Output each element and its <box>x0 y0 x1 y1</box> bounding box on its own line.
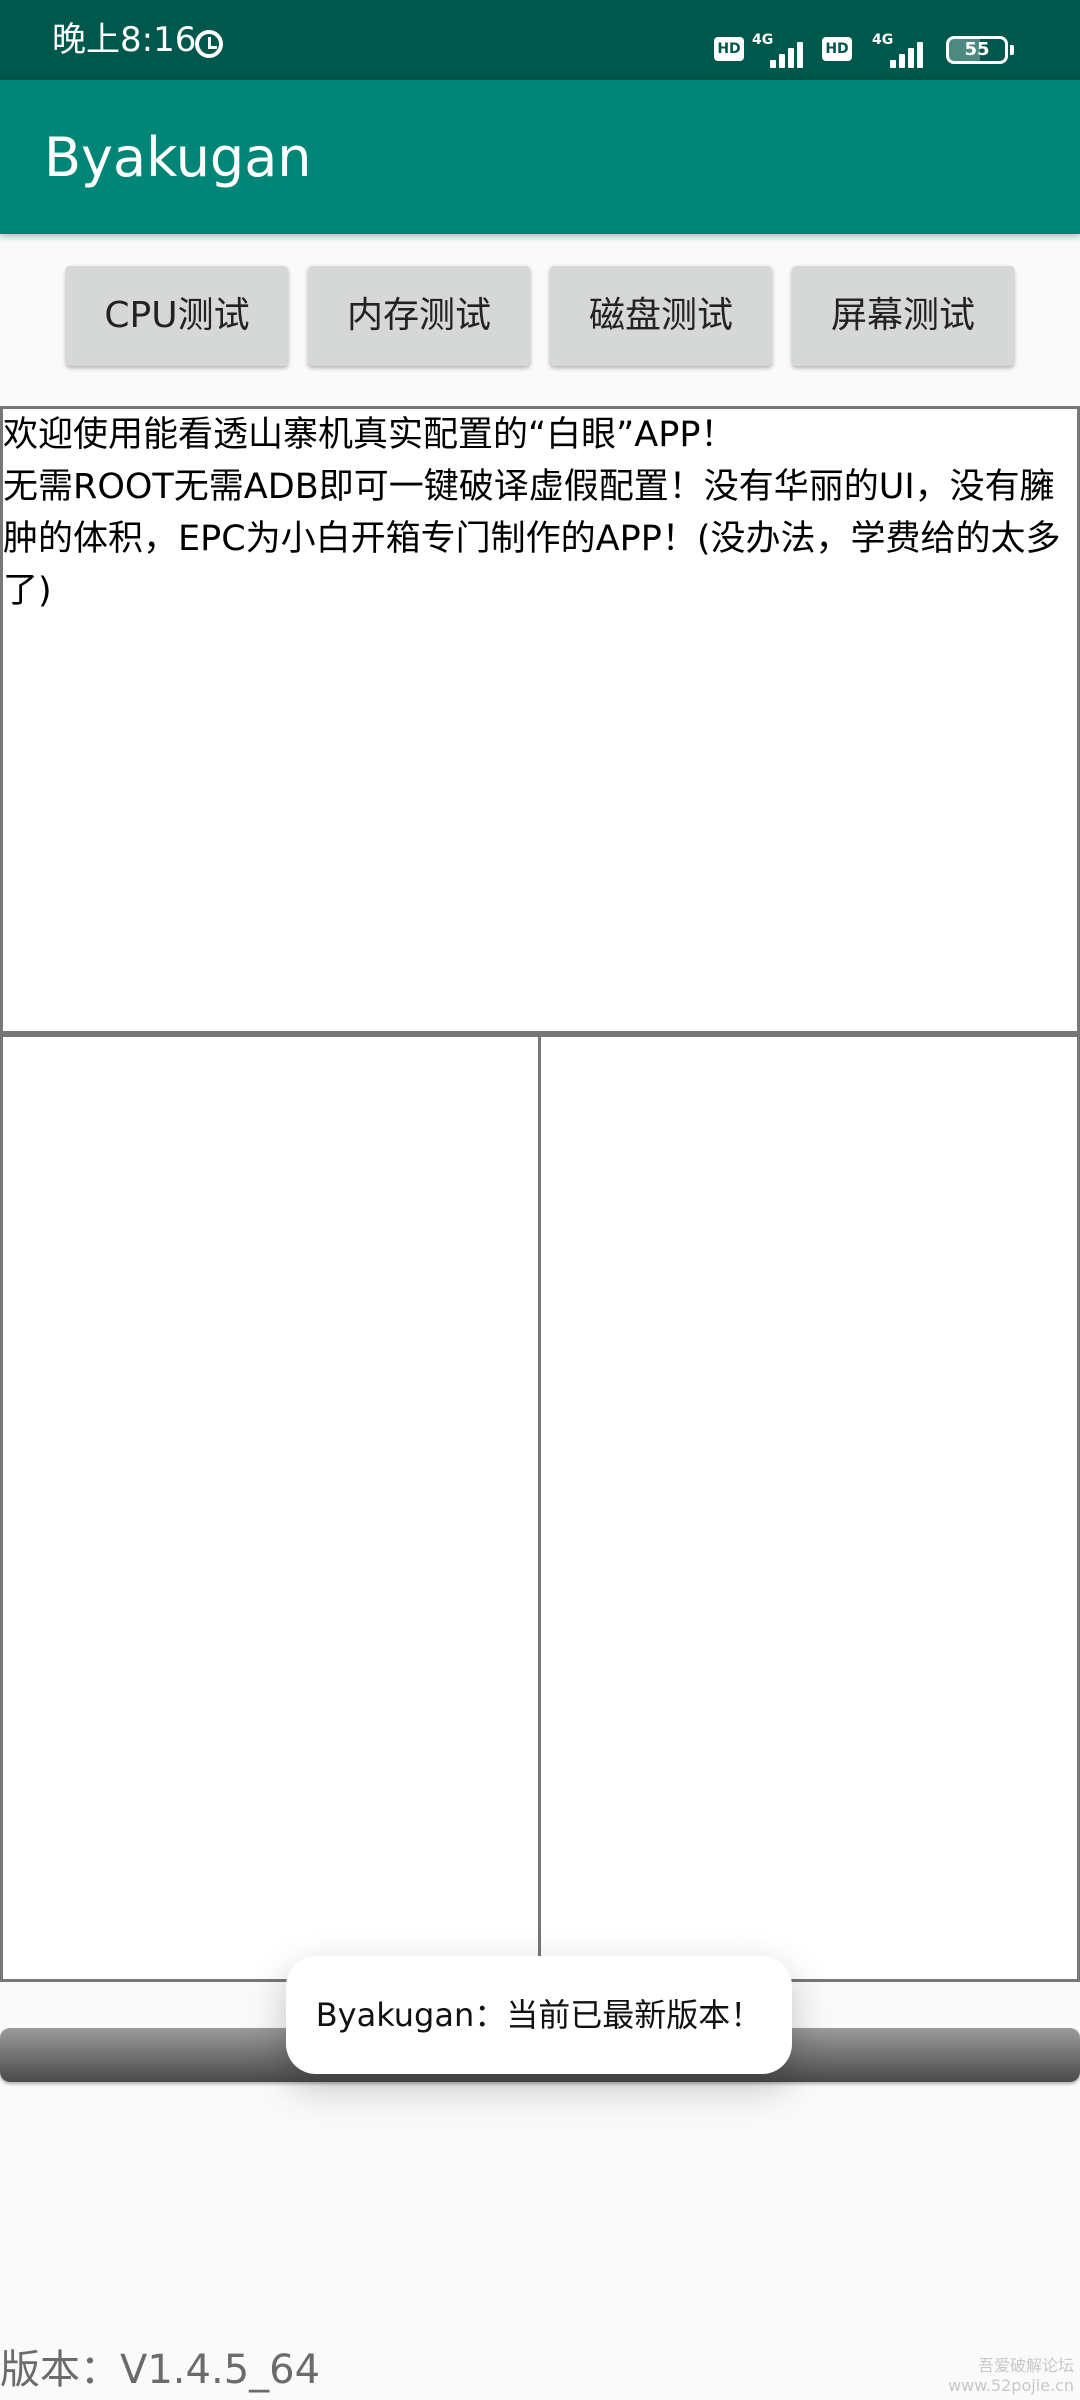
battery-icon: 55 <box>946 36 1014 64</box>
battery-level-text: 55 <box>964 39 990 60</box>
disk-test-button[interactable]: 磁盘测试 <box>550 266 772 366</box>
hd-voice-icon: HD <box>822 37 852 61</box>
version-label: 版本：V1.4.5_64 <box>0 2347 321 2393</box>
status-time: 晚上8:16 <box>52 20 197 60</box>
app-title: Byakugan <box>44 126 312 189</box>
cellular-signal-icon <box>890 38 930 68</box>
watermark-text: 吾爱破解论坛 www.52pojie.cn <box>948 2356 1074 2395</box>
intro-text: 欢迎使用能看透山寨机真实配置的“白眼”APP！ 无需ROOT无需ADB即可一键破… <box>3 415 1061 611</box>
toast-message: Byakugan：当前已最新版本！ <box>286 1956 792 2074</box>
result-panel-right[interactable] <box>541 1034 1080 1982</box>
app-screen: 晚上8:16 HD 4G HD 4G 55 Byakugan CPU测试 内存测… <box>0 0 1080 2400</box>
app-bar: Byakugan <box>0 80 1080 234</box>
hd-voice-icon: HD <box>714 37 744 61</box>
status-bar: 晚上8:16 HD 4G HD 4G 55 <box>0 0 1080 80</box>
result-panel-left[interactable] <box>0 1034 541 1982</box>
info-text-box[interactable]: 欢迎使用能看透山寨机真实配置的“白眼”APP！ 无需ROOT无需ADB即可一键破… <box>0 406 1080 1034</box>
cpu-test-button[interactable]: CPU测试 <box>66 266 288 366</box>
screen-test-button[interactable]: 屏幕测试 <box>792 266 1014 366</box>
memory-test-button[interactable]: 内存测试 <box>308 266 530 366</box>
alarm-clock-icon <box>195 30 223 58</box>
cellular-signal-icon <box>770 38 810 68</box>
